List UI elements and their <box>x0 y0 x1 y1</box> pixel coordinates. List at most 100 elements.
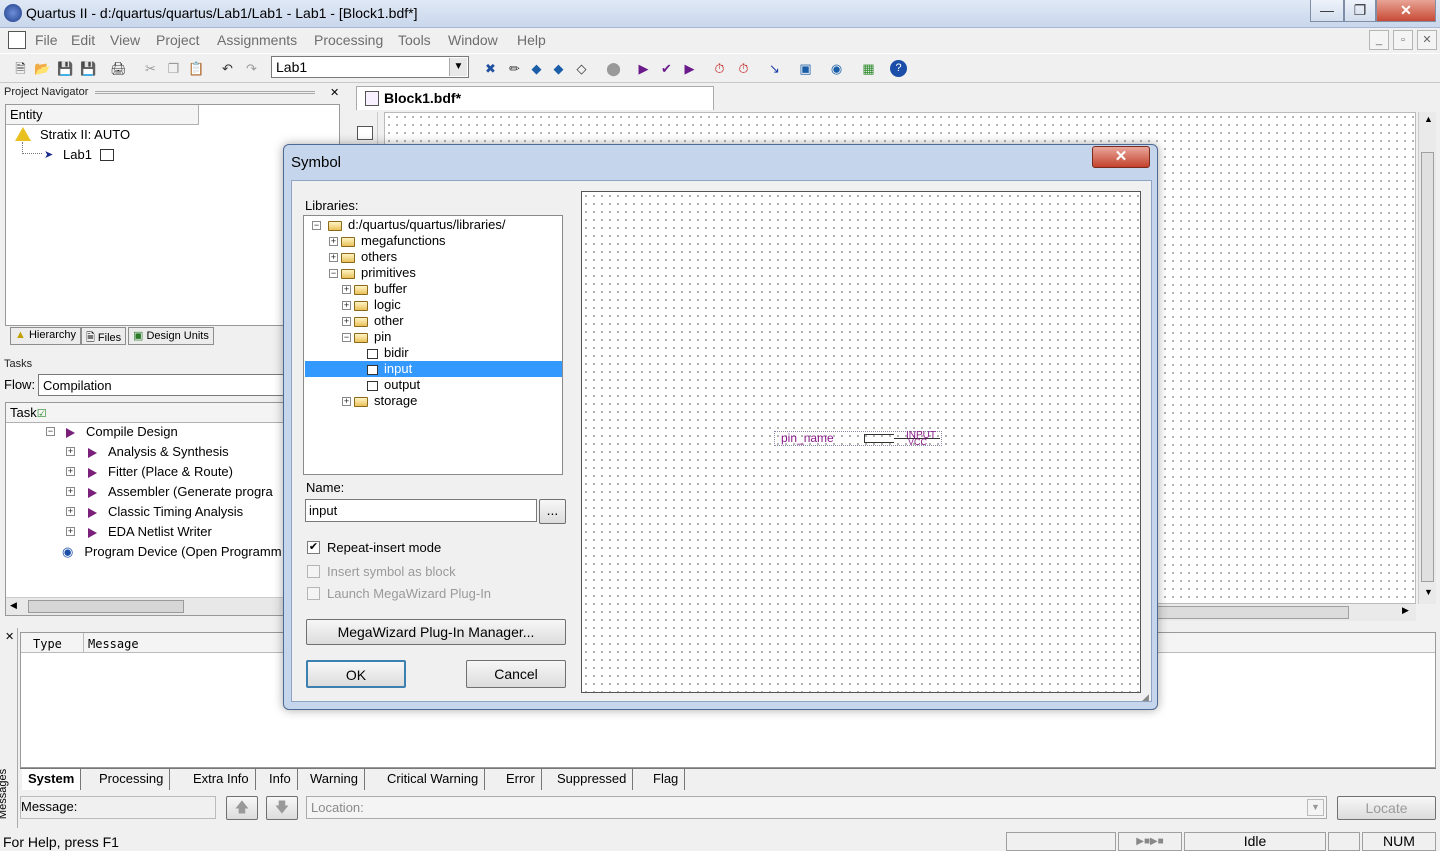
pin-planner-icon[interactable]: ✏ <box>506 60 523 77</box>
simulator-icon[interactable]: ▣ <box>797 60 814 77</box>
tree-root[interactable]: d:/quartus/quartus/libraries/ <box>328 217 506 232</box>
collapse-icon[interactable]: − <box>329 269 338 278</box>
tree-buffer[interactable]: buffer <box>354 281 407 296</box>
collapse-icon[interactable]: − <box>46 427 55 436</box>
horizontal-scrollbar[interactable]: ◀ <box>6 597 299 615</box>
navigator-close-icon[interactable]: ✕ <box>330 86 339 99</box>
tab-suppressed[interactable]: Suppressed <box>551 769 634 790</box>
tab-flag[interactable]: Flag <box>647 769 686 790</box>
rtl-viewer-icon[interactable]: ▦ <box>860 60 877 77</box>
expand-icon[interactable]: + <box>66 487 75 496</box>
expand-icon[interactable]: + <box>329 237 338 246</box>
chevron-down-icon[interactable]: ▼ <box>449 58 467 76</box>
tab-design-units[interactable]: ▣ Design Units <box>128 327 214 345</box>
start-fitter-icon[interactable]: ▶ <box>681 60 698 77</box>
expand-icon[interactable]: + <box>342 301 351 310</box>
scroll-down-icon[interactable]: ▼ <box>1424 587 1433 597</box>
scroll-thumb[interactable] <box>28 600 184 613</box>
task-row-program[interactable]: ◉ Program Device (Open Programm <box>62 544 282 560</box>
expand-icon[interactable]: + <box>342 285 351 294</box>
tree-output[interactable]: output <box>367 377 420 392</box>
resize-grip-icon[interactable]: ◢ <box>1142 692 1149 703</box>
top-entity-label[interactable]: Lab1 <box>63 147 92 162</box>
expand-icon[interactable]: + <box>342 317 351 326</box>
maximize-button[interactable]: ❐ <box>1344 0 1376 22</box>
assignment-editor-icon[interactable]: ◆ <box>528 60 545 77</box>
menu-edit[interactable]: Edit <box>71 32 95 48</box>
help-icon[interactable]: ? <box>890 60 907 77</box>
ok-button[interactable]: OK <box>306 660 406 688</box>
location-field[interactable]: Location: ▼ <box>306 796 1327 819</box>
mdi-close-button[interactable]: ✕ <box>1417 30 1437 50</box>
library-tree[interactable]: − d:/quartus/quartus/libraries/ + megafu… <box>303 215 563 475</box>
menu-help[interactable]: Help <box>517 32 546 48</box>
project-combo[interactable]: Lab1 ▼ <box>271 56 469 78</box>
locate-button[interactable]: Locate <box>1337 796 1436 820</box>
menu-assignments[interactable]: Assignments <box>217 32 297 48</box>
stop-icon[interactable]: ⬤ <box>605 60 622 77</box>
copy-icon[interactable]: ❐ <box>165 60 182 77</box>
tree-pin[interactable]: pin <box>354 329 391 344</box>
tree-others[interactable]: others <box>341 249 397 264</box>
chip-planner-icon[interactable]: ◇ <box>573 60 590 77</box>
collapse-icon[interactable]: − <box>342 333 351 342</box>
tree-storage[interactable]: storage <box>354 393 417 408</box>
expand-icon[interactable]: + <box>66 447 75 456</box>
start-analysis-icon[interactable]: ✔ <box>658 60 675 77</box>
megawizard-button[interactable]: MegaWizard Plug-In Manager... <box>306 619 566 645</box>
device-label[interactable]: Stratix II: AUTO <box>40 127 130 142</box>
expand-icon[interactable]: + <box>342 397 351 406</box>
menu-file[interactable]: File <box>35 32 58 48</box>
expand-icon[interactable]: + <box>66 507 75 516</box>
compiler-settings-icon[interactable]: ✖ <box>482 60 499 77</box>
tree-bidir[interactable]: bidir <box>367 345 409 360</box>
mdi-minimize-button[interactable]: _ <box>1369 30 1389 50</box>
minimize-button[interactable]: — <box>1310 0 1344 22</box>
browse-button[interactable]: ... <box>539 499 566 524</box>
document-icon[interactable] <box>8 31 26 49</box>
editor-tab[interactable]: Block1.bdf* <box>356 86 714 110</box>
task-row-fitter[interactable]: Fitter (Place & Route) <box>88 464 233 479</box>
tab-processing[interactable]: Processing <box>93 769 171 790</box>
col-type[interactable]: Type <box>33 637 62 651</box>
collapse-icon[interactable]: − <box>312 221 321 230</box>
selection-tool-icon[interactable] <box>357 126 373 140</box>
paste-icon[interactable]: 📋 <box>188 60 205 77</box>
scroll-left-icon[interactable]: ◀ <box>10 600 17 611</box>
chevron-down-icon[interactable]: ▼ <box>1307 799 1324 816</box>
tab-warning[interactable]: Warning <box>304 769 365 790</box>
tree-other[interactable]: other <box>354 313 404 328</box>
expand-icon[interactable]: + <box>66 527 75 536</box>
task-row-timing[interactable]: Classic Timing Analysis <box>88 504 243 519</box>
menu-processing[interactable]: Processing <box>314 32 383 48</box>
flow-select[interactable]: Compilation <box>38 374 298 396</box>
tab-extra-info[interactable]: Extra Info <box>187 769 256 790</box>
next-message-button[interactable]: 🡇 <box>266 796 298 820</box>
task-row-assembler[interactable]: Assembler (Generate progra <box>88 484 273 499</box>
timing-wizard-icon[interactable]: ⏱ <box>735 60 752 77</box>
undo-icon[interactable]: ↶ <box>219 60 236 77</box>
cancel-button[interactable]: Cancel <box>466 660 566 688</box>
scroll-up-icon[interactable]: ▲ <box>1424 114 1433 124</box>
message-field[interactable] <box>20 796 216 819</box>
open-icon[interactable]: 📂 <box>34 60 51 77</box>
tab-info[interactable]: Info <box>263 769 298 790</box>
scroll-thumb[interactable] <box>1154 606 1349 619</box>
redo-icon[interactable]: ↷ <box>243 60 260 77</box>
save-all-icon[interactable]: 💾 <box>80 60 97 77</box>
scroll-thumb[interactable] <box>1421 152 1434 582</box>
new-icon[interactable]: 🗎 <box>12 60 29 77</box>
task-header[interactable]: Task☑ <box>6 403 299 423</box>
programmer-icon[interactable]: ◉ <box>828 60 845 77</box>
tree-primitives[interactable]: primitives <box>341 265 416 280</box>
task-row-eda[interactable]: EDA Netlist Writer <box>88 524 212 539</box>
tab-files[interactable]: 🗎 Files <box>81 327 127 345</box>
tree-logic[interactable]: logic <box>354 297 401 312</box>
print-icon[interactable]: 🖨 <box>110 60 127 77</box>
netlist-viewer-icon[interactable]: ↘ <box>766 60 783 77</box>
cut-icon[interactable]: ✂ <box>142 60 159 77</box>
messages-close-icon[interactable]: ✕ <box>5 630 14 643</box>
dialog-close-button[interactable]: ✕ <box>1092 146 1150 168</box>
tab-hierarchy[interactable]: ▲ Hierarchy <box>10 327 82 345</box>
save-icon[interactable]: 💾 <box>57 60 74 77</box>
